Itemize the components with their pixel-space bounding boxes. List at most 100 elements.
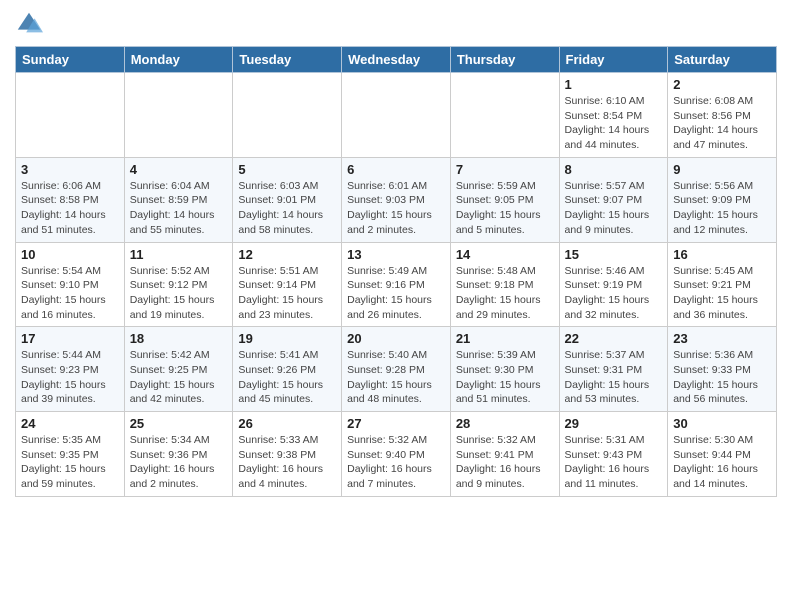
day-info: Sunrise: 6:06 AM Sunset: 8:58 PM Dayligh… [21,179,119,238]
day-number: 10 [21,247,119,262]
day-number: 24 [21,416,119,431]
calendar-week-4: 17 Sunrise: 5:44 AM Sunset: 9:23 PM Dayli… [16,327,777,412]
weekday-header-thursday: Thursday [450,47,559,73]
calendar-cell: 29 Sunrise: 5:31 AM Sunset: 9:43 PM Dayli… [559,412,668,497]
day-number: 7 [456,162,554,177]
day-number: 3 [21,162,119,177]
calendar-cell: 12 Sunrise: 5:51 AM Sunset: 9:14 PM Dayli… [233,242,342,327]
day-info: Sunrise: 5:41 AM Sunset: 9:26 PM Dayligh… [238,348,336,407]
calendar-cell: 15Sunrise: 5:46 AM Sunset: 9:19 PM Dayli… [559,242,668,327]
day-number: 8 [565,162,663,177]
weekday-header-monday: Monday [124,47,233,73]
calendar-cell: 13Sunrise: 5:49 AM Sunset: 9:16 PM Dayli… [342,242,451,327]
calendar-cell [450,73,559,158]
day-info: Sunrise: 5:52 AM Sunset: 9:12 PM Dayligh… [130,264,228,323]
day-number: 12 [238,247,336,262]
day-info: Sunrise: 5:51 AM Sunset: 9:14 PM Dayligh… [238,264,336,323]
calendar-cell: 3 Sunrise: 6:06 AM Sunset: 8:58 PM Daylig… [16,157,125,242]
calendar-cell: 23 Sunrise: 5:36 AM Sunset: 9:33 PM Dayli… [668,327,777,412]
day-number: 17 [21,331,119,346]
day-info: Sunrise: 6:04 AM Sunset: 8:59 PM Dayligh… [130,179,228,238]
day-number: 18 [130,331,228,346]
day-number: 6 [347,162,445,177]
day-number: 5 [238,162,336,177]
day-info: Sunrise: 5:34 AM Sunset: 9:36 PM Dayligh… [130,433,228,492]
day-info: Sunrise: 5:45 AM Sunset: 9:21 PM Dayligh… [673,264,771,323]
day-number: 22 [565,331,663,346]
day-info: Sunrise: 6:10 AM Sunset: 8:54 PM Dayligh… [565,94,663,153]
day-info: Sunrise: 6:03 AM Sunset: 9:01 PM Dayligh… [238,179,336,238]
header [15,10,777,38]
calendar-cell: 4 Sunrise: 6:04 AM Sunset: 8:59 PM Daylig… [124,157,233,242]
calendar-cell: 16 Sunrise: 5:45 AM Sunset: 9:21 PM Dayli… [668,242,777,327]
day-info: Sunrise: 5:49 AM Sunset: 9:16 PM Dayligh… [347,264,445,323]
day-info: Sunrise: 5:33 AM Sunset: 9:38 PM Dayligh… [238,433,336,492]
day-number: 11 [130,247,228,262]
calendar-cell [233,73,342,158]
day-number: 30 [673,416,771,431]
calendar-cell: 11 Sunrise: 5:52 AM Sunset: 9:12 PM Dayli… [124,242,233,327]
day-info: Sunrise: 5:44 AM Sunset: 9:23 PM Dayligh… [21,348,119,407]
calendar-cell: 22 Sunrise: 5:37 AM Sunset: 9:31 PM Dayli… [559,327,668,412]
day-info: Sunrise: 5:35 AM Sunset: 9:35 PM Dayligh… [21,433,119,492]
weekday-header-row: SundayMondayTuesdayWednesdayThursdayFrid… [16,47,777,73]
day-info: Sunrise: 5:48 AM Sunset: 9:18 PM Dayligh… [456,264,554,323]
day-number: 26 [238,416,336,431]
day-info: Sunrise: 5:40 AM Sunset: 9:28 PM Dayligh… [347,348,445,407]
day-number: 28 [456,416,554,431]
calendar-week-5: 24 Sunrise: 5:35 AM Sunset: 9:35 PM Dayli… [16,412,777,497]
calendar-week-1: 1 Sunrise: 6:10 AM Sunset: 8:54 PM Daylig… [16,73,777,158]
day-info: Sunrise: 5:46 AM Sunset: 9:19 PM Dayligh… [565,264,663,323]
calendar-week-2: 3 Sunrise: 6:06 AM Sunset: 8:58 PM Daylig… [16,157,777,242]
weekday-header-tuesday: Tuesday [233,47,342,73]
day-number: 2 [673,77,771,92]
weekday-header-sunday: Sunday [16,47,125,73]
day-number: 23 [673,331,771,346]
calendar-cell: 28Sunrise: 5:32 AM Sunset: 9:41 PM Dayli… [450,412,559,497]
calendar-cell: 7 Sunrise: 5:59 AM Sunset: 9:05 PM Daylig… [450,157,559,242]
calendar-cell: 10 Sunrise: 5:54 AM Sunset: 9:10 PM Dayli… [16,242,125,327]
day-number: 4 [130,162,228,177]
day-number: 19 [238,331,336,346]
day-number: 20 [347,331,445,346]
calendar-week-3: 10 Sunrise: 5:54 AM Sunset: 9:10 PM Dayli… [16,242,777,327]
page: SundayMondayTuesdayWednesdayThursdayFrid… [0,0,792,507]
calendar-cell: 19 Sunrise: 5:41 AM Sunset: 9:26 PM Dayli… [233,327,342,412]
day-number: 21 [456,331,554,346]
day-info: Sunrise: 5:56 AM Sunset: 9:09 PM Dayligh… [673,179,771,238]
day-info: Sunrise: 6:01 AM Sunset: 9:03 PM Dayligh… [347,179,445,238]
calendar-cell: 9 Sunrise: 5:56 AM Sunset: 9:09 PM Daylig… [668,157,777,242]
calendar-cell: 2 Sunrise: 6:08 AM Sunset: 8:56 PM Daylig… [668,73,777,158]
day-info: Sunrise: 5:37 AM Sunset: 9:31 PM Dayligh… [565,348,663,407]
day-number: 14 [456,247,554,262]
calendar-cell: 24 Sunrise: 5:35 AM Sunset: 9:35 PM Dayli… [16,412,125,497]
day-info: Sunrise: 5:42 AM Sunset: 9:25 PM Dayligh… [130,348,228,407]
day-info: Sunrise: 5:59 AM Sunset: 9:05 PM Dayligh… [456,179,554,238]
calendar-cell: 26 Sunrise: 5:33 AM Sunset: 9:38 PM Dayli… [233,412,342,497]
day-info: Sunrise: 5:31 AM Sunset: 9:43 PM Dayligh… [565,433,663,492]
day-info: Sunrise: 6:08 AM Sunset: 8:56 PM Dayligh… [673,94,771,153]
day-info: Sunrise: 5:39 AM Sunset: 9:30 PM Dayligh… [456,348,554,407]
calendar: SundayMondayTuesdayWednesdayThursdayFrid… [15,46,777,497]
day-number: 29 [565,416,663,431]
weekday-header-friday: Friday [559,47,668,73]
calendar-cell: 17 Sunrise: 5:44 AM Sunset: 9:23 PM Dayli… [16,327,125,412]
calendar-cell: 30 Sunrise: 5:30 AM Sunset: 9:44 PM Dayli… [668,412,777,497]
calendar-cell [124,73,233,158]
day-info: Sunrise: 5:32 AM Sunset: 9:40 PM Dayligh… [347,433,445,492]
calendar-cell: 25 Sunrise: 5:34 AM Sunset: 9:36 PM Dayli… [124,412,233,497]
day-number: 1 [565,77,663,92]
day-number: 16 [673,247,771,262]
day-info: Sunrise: 5:36 AM Sunset: 9:33 PM Dayligh… [673,348,771,407]
calendar-cell: 6 Sunrise: 6:01 AM Sunset: 9:03 PM Daylig… [342,157,451,242]
day-number: 25 [130,416,228,431]
day-info: Sunrise: 5:30 AM Sunset: 9:44 PM Dayligh… [673,433,771,492]
day-info: Sunrise: 5:54 AM Sunset: 9:10 PM Dayligh… [21,264,119,323]
calendar-cell: 27 Sunrise: 5:32 AM Sunset: 9:40 PM Dayli… [342,412,451,497]
calendar-cell [342,73,451,158]
weekday-header-wednesday: Wednesday [342,47,451,73]
calendar-cell: 20 Sunrise: 5:40 AM Sunset: 9:28 PM Dayli… [342,327,451,412]
day-number: 27 [347,416,445,431]
logo [15,10,47,38]
day-number: 9 [673,162,771,177]
